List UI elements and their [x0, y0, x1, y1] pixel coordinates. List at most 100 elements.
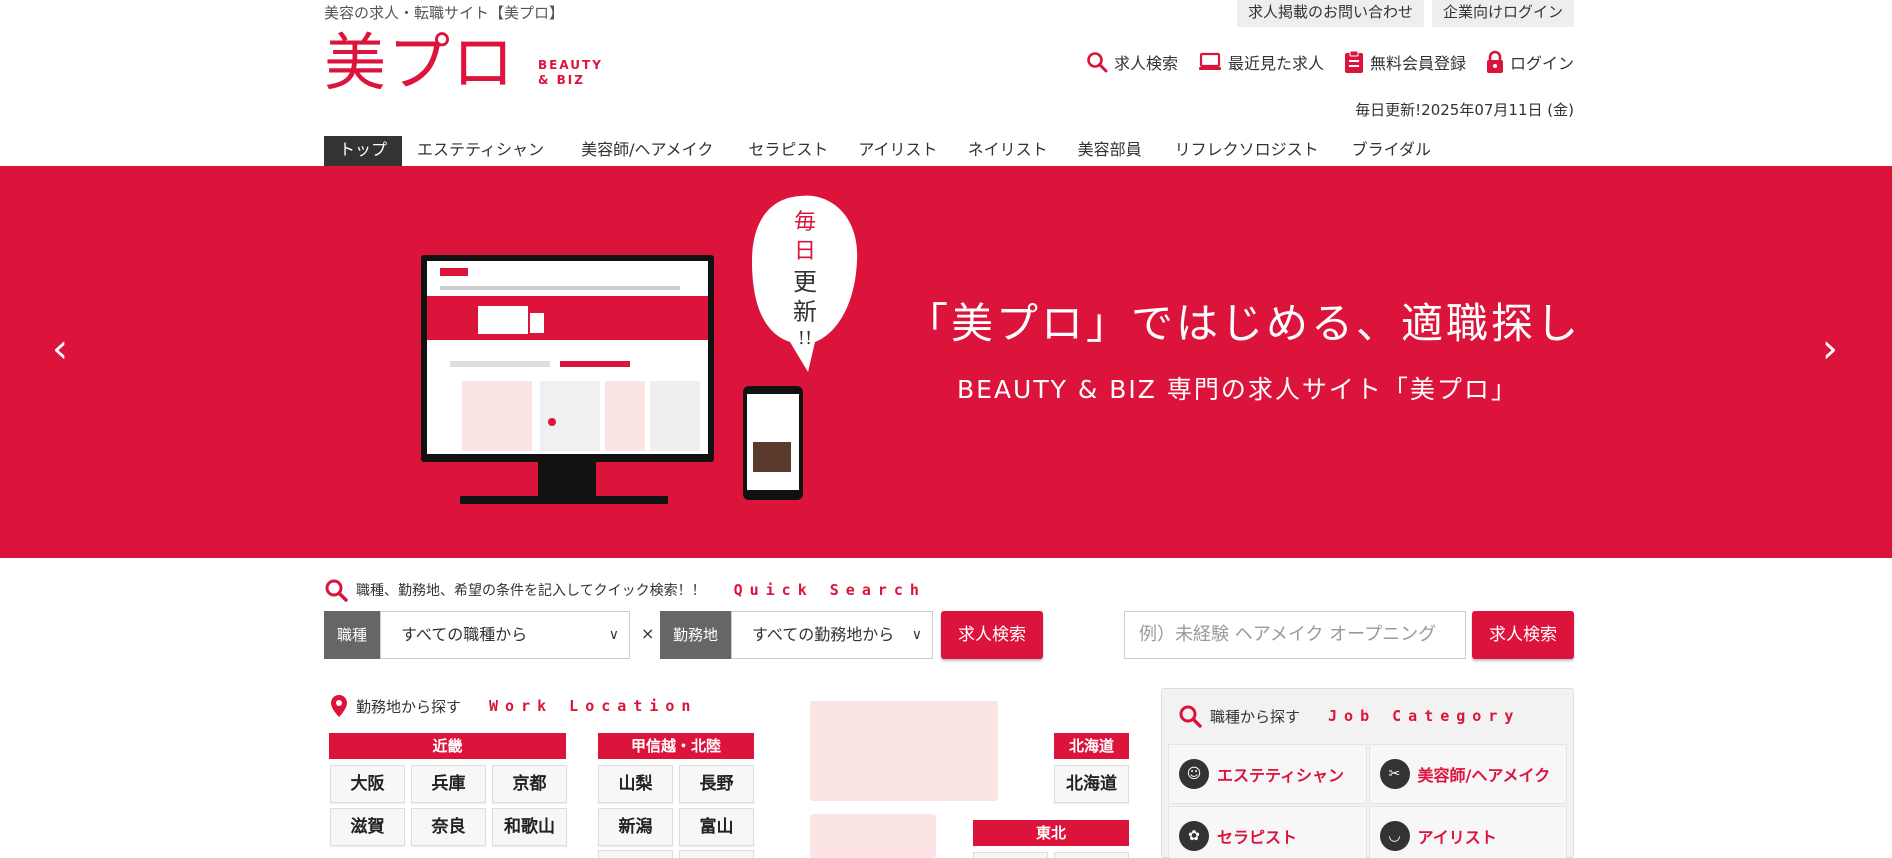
logo-en-line1: BEAUTY	[538, 58, 603, 72]
pref-toyama[interactable]: 富山	[679, 808, 754, 846]
chevron-down-icon: ∨	[608, 627, 620, 643]
job-type-field: 職種 すべての職種から ∨	[324, 611, 631, 659]
tab-hairdresser[interactable]: 美容師/ヘアメイク	[559, 136, 733, 166]
site-logo[interactable]: 美プロ BEAUTY & BIZ	[324, 26, 603, 98]
region-kinki[interactable]: 近畿	[329, 733, 566, 759]
pref-wakayama[interactable]: 和歌山	[492, 808, 567, 846]
bubble-char-5: !!	[798, 328, 812, 349]
region-tohoku[interactable]: 東北	[973, 820, 1129, 846]
job-category-label: アイリスト	[1417, 828, 1497, 847]
job-category-therapist[interactable]: ✿ セラピスト	[1168, 806, 1367, 858]
update-date: 毎日更新!2025年07月11日 (金)	[1355, 101, 1574, 119]
face-icon: ☺	[1179, 759, 1209, 789]
keyword-search-button[interactable]: 求人検索	[1472, 611, 1574, 659]
util-recent-label: 最近見た求人	[1227, 54, 1324, 73]
pref-hokkaido[interactable]: 北海道	[1054, 765, 1129, 803]
util-register-link[interactable]: 無料会員登録	[1344, 50, 1466, 74]
pref-placeholder-4[interactable]	[1054, 852, 1129, 858]
location-field: 勤務地 すべての勤務地から ∨	[660, 611, 934, 659]
hero-next-arrow[interactable]: ›	[1822, 326, 1838, 372]
pref-hyogo[interactable]: 兵庫	[411, 765, 486, 803]
bubble-char-2: 日	[794, 239, 816, 264]
job-category-eyelist[interactable]: ◡ アイリスト	[1368, 806, 1567, 858]
job-category-label: エステティシャン	[1217, 766, 1345, 785]
map-region-block[interactable]	[810, 814, 936, 858]
search-icon	[1179, 705, 1202, 728]
pref-nagano[interactable]: 長野	[679, 765, 754, 803]
util-login-label: ログイン	[1509, 54, 1574, 73]
search-icon	[325, 579, 348, 602]
job-category-grid: ☺ エステティシャン ✂ 美容師/ヘアメイク ✿ セラピスト ◡ アイリスト	[1168, 744, 1567, 858]
job-category-header: 職種から探す Job Category	[1178, 704, 1520, 728]
scissors-icon: ✂	[1379, 759, 1410, 789]
tab-nailist[interactable]: ネイリスト	[953, 136, 1063, 166]
pref-kyoto[interactable]: 京都	[492, 765, 567, 803]
utility-nav: 求人検索 最近見た求人 無料会員登録 ログイン	[1086, 50, 1574, 74]
quick-search-description: 職種、勤務地、希望の条件を記入してクイック検索！！	[356, 583, 706, 599]
tab-beauty-advisor[interactable]: 美容部員	[1063, 136, 1157, 166]
util-search-label: 求人検索	[1113, 54, 1178, 73]
hero-illustration: 毎 日 更 新 !!	[421, 195, 858, 504]
pref-placeholder-2[interactable]	[679, 850, 754, 858]
work-location-title: 勤務地から探す	[356, 697, 462, 716]
pref-shiga[interactable]: 滋賀	[330, 808, 405, 846]
laptop-icon	[1198, 52, 1221, 70]
location-select[interactable]: すべての勤務地から ∨	[731, 611, 934, 659]
map-pin-icon	[331, 695, 347, 717]
location-label: 勤務地	[660, 611, 732, 659]
bubble-char-3: 更	[793, 268, 817, 296]
bubble-char-4: 新	[793, 298, 817, 326]
eyelash-icon: ◡	[1379, 821, 1410, 851]
job-category-title: 職種から探す	[1210, 707, 1301, 726]
contact-link[interactable]: 求人掲載のお問い合わせ	[1236, 0, 1424, 27]
hero-prev-arrow[interactable]: ‹	[52, 326, 68, 372]
job-type-select-value: すべての職種から	[401, 625, 528, 644]
pref-niigata[interactable]: 新潟	[598, 808, 673, 846]
logo-text-en: BEAUTY & BIZ	[538, 58, 603, 88]
map-region-block[interactable]	[810, 701, 998, 801]
tab-reflexologist[interactable]: リフレクソロジスト	[1157, 136, 1337, 166]
util-recent-link[interactable]: 最近見た求人	[1198, 50, 1324, 74]
search-icon	[1087, 52, 1108, 73]
search-button[interactable]: 求人検索	[941, 611, 1043, 659]
logo-text-jp: 美プロ	[324, 26, 517, 99]
hero-subtitle: BEAUTY & BIZ 専門の求人サイト「美プロ」	[957, 375, 1518, 404]
job-type-select[interactable]: すべての職種から ∨	[380, 611, 631, 659]
region-koshinetsu[interactable]: 甲信越・北陸	[598, 733, 754, 759]
tab-eyelist[interactable]: アイリスト	[843, 136, 952, 166]
keyword-input[interactable]: 例）未経験 ヘアメイク オープニング	[1124, 611, 1466, 659]
pref-nara[interactable]: 奈良	[411, 808, 486, 846]
pref-yamanashi[interactable]: 山梨	[598, 765, 673, 803]
hero-title: 「美プロ」ではじめる、適職探し	[906, 299, 1582, 348]
tab-top[interactable]: トップ	[324, 136, 403, 166]
tab-bridal[interactable]: ブライダル	[1337, 136, 1446, 166]
job-type-label: 職種	[324, 611, 381, 659]
category-nav: トップ エステティシャン 美容師/ヘアメイク セラピスト アイリスト ネイリスト…	[324, 136, 1446, 166]
quick-search-en-label: Quick Search	[733, 581, 926, 599]
clipboard-icon	[1344, 50, 1363, 73]
tab-esthetician[interactable]: エステティシャン	[402, 136, 559, 166]
job-category-hairdresser[interactable]: ✂ 美容師/ヘアメイク	[1368, 744, 1567, 804]
job-category-esthetician[interactable]: ☺ エステティシャン	[1168, 744, 1367, 804]
top-links: 求人掲載のお問い合わせ 企業向けログイン	[1236, 0, 1574, 27]
util-login-link[interactable]: ログイン	[1486, 50, 1574, 74]
job-category-label: セラピスト	[1217, 828, 1298, 847]
pref-osaka[interactable]: 大阪	[330, 765, 405, 803]
job-category-en-label: Job Category	[1328, 707, 1521, 725]
flower-icon: ✿	[1179, 821, 1209, 851]
chevron-down-icon: ∨	[911, 627, 923, 643]
util-register-label: 無料会員登録	[1369, 54, 1466, 73]
company-login-link[interactable]: 企業向けログイン	[1431, 0, 1574, 27]
pref-placeholder-3[interactable]	[973, 852, 1048, 858]
region-hokkaido[interactable]: 北海道	[1054, 733, 1129, 759]
logo-en-line2: & BIZ	[538, 73, 585, 87]
hero-banner[interactable]: 毎 日 更 新 !! 「美プロ」ではじめる、適職探し BEAUTY & BIZ …	[0, 166, 1892, 558]
pref-placeholder-1[interactable]	[598, 850, 673, 858]
quick-search-header: 職種、勤務地、希望の条件を記入してクイック検索！！ Quick Search	[324, 578, 926, 602]
work-location-en-label: Work Location	[489, 697, 698, 715]
tab-therapist[interactable]: セラピスト	[733, 136, 843, 166]
lock-icon	[1486, 50, 1503, 73]
bubble-char-1: 毎	[794, 210, 816, 235]
util-search-link[interactable]: 求人検索	[1086, 50, 1178, 74]
site-tagline: 美容の求人・転職サイト【美プロ】	[324, 4, 565, 22]
